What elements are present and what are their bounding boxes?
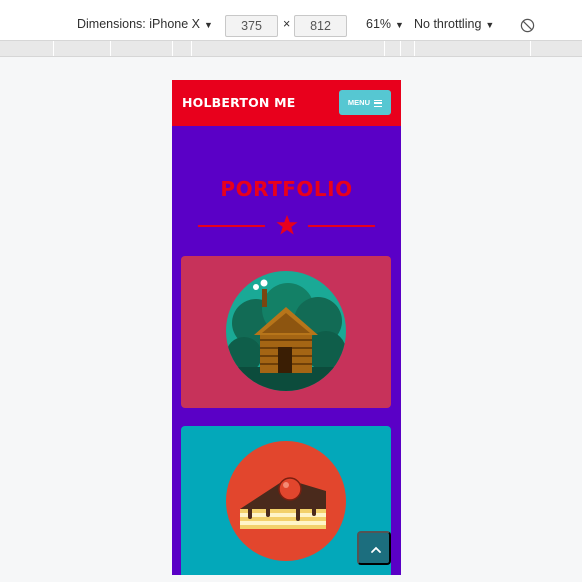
throttling-label: No throttling: [414, 17, 482, 31]
cake-slice-illustration: [226, 441, 346, 561]
menu-label: MENU: [347, 98, 370, 107]
zoom-select[interactable]: 61% ▼: [366, 17, 404, 31]
divider-line-left: [198, 225, 265, 227]
media-query-ruler[interactable]: [0, 40, 582, 57]
ruler-tick: [414, 41, 415, 56]
log-cabin-illustration: [226, 271, 346, 391]
viewport-height-input[interactable]: 812: [294, 15, 347, 37]
caret-down-icon: ▼: [203, 20, 213, 30]
star-icon: [276, 214, 298, 235]
ruler-tick: [191, 41, 192, 56]
device-viewport: HOLBERTON ME MENU PORTFOLIO: [172, 80, 401, 575]
ruler-tick: [384, 41, 385, 56]
hamburger-icon: [374, 99, 383, 107]
dimension-times-sign: ×: [283, 17, 291, 31]
device-dimensions-select[interactable]: Dimensions: iPhone X ▼: [77, 17, 213, 31]
menu-button[interactable]: MENU: [339, 90, 391, 115]
portfolio-title: PORTFOLIO: [220, 177, 353, 201]
portfolio-item-cabin[interactable]: [181, 256, 391, 408]
rotate-icon[interactable]: [520, 18, 535, 33]
ruler-tick: [53, 41, 54, 56]
viewport-width-input[interactable]: 375: [225, 15, 278, 37]
caret-down-icon: ▼: [395, 20, 404, 30]
scroll-to-top-button[interactable]: [357, 531, 391, 565]
site-navbar: HOLBERTON ME MENU: [172, 80, 401, 126]
ruler-tick: [400, 41, 401, 56]
brand-logo-text[interactable]: HOLBERTON ME: [182, 95, 296, 110]
ruler-tick: [172, 41, 173, 56]
throttling-select[interactable]: No throttling ▼: [414, 17, 494, 31]
ruler-tick: [530, 41, 531, 56]
zoom-label: 61%: [366, 17, 392, 31]
devtools-device-toolbar: Dimensions: iPhone X ▼ 375 × 812 61% ▼ No …: [0, 0, 582, 40]
caret-down-icon: ▼: [485, 20, 495, 30]
chevron-up-icon: [371, 546, 381, 553]
device-dimensions-label: Dimensions: iPhone X: [77, 17, 200, 31]
ruler-tick: [110, 41, 111, 56]
divider-line-right: [308, 225, 375, 227]
